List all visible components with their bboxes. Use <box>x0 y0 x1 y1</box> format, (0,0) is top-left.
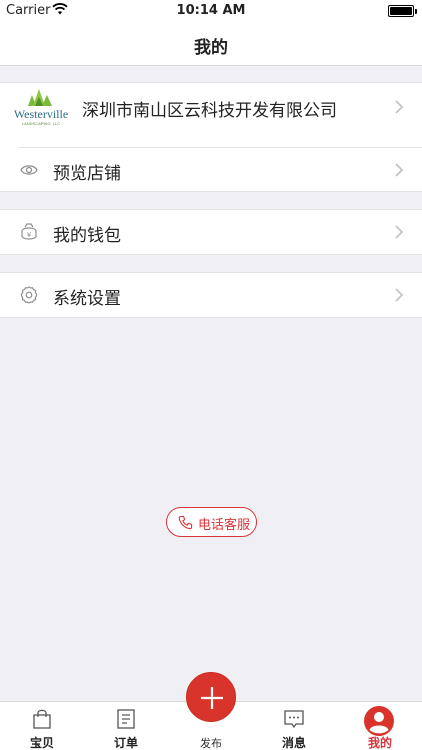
user-avatar-icon <box>364 706 394 736</box>
company-logo: Westerville LANDSCAPING, LLC <box>14 89 68 126</box>
wallet-section: ¥ 我的钱包 <box>0 209 422 255</box>
message-icon <box>284 710 304 729</box>
settings-row[interactable]: 系统设置 <box>0 273 422 317</box>
chevron-right-icon <box>395 225 404 239</box>
company-name: 深圳市南山区云科技开发有限公司 <box>82 101 337 121</box>
tab-orders[interactable]: 订单 <box>84 702 168 750</box>
phone-service-label: 电话客服 <box>198 518 251 533</box>
navigation-bar: 我的 <box>0 22 422 66</box>
eye-icon <box>20 165 38 175</box>
wallet-icon: ¥ <box>21 223 37 240</box>
chevron-right-icon <box>395 100 404 114</box>
gear-icon <box>20 286 38 304</box>
wallet-row[interactable]: ¥ 我的钱包 <box>0 210 422 254</box>
settings-label: 系统设置 <box>53 289 121 309</box>
phone-icon <box>178 515 193 530</box>
preview-store-label: 预览店铺 <box>53 164 121 184</box>
settings-section: 系统设置 <box>0 272 422 318</box>
chevron-right-icon <box>395 288 404 302</box>
plus-icon <box>201 687 223 709</box>
logo-text: Westerville <box>14 107 68 121</box>
phone-service-button[interactable]: 电话客服 <box>166 507 257 537</box>
logo-subtext: LANDSCAPING, LLC <box>22 121 60 126</box>
shopping-bag-icon <box>33 709 51 729</box>
status-bar: Carrier 10:14 AM <box>0 0 422 22</box>
wallet-label: 我的钱包 <box>53 226 121 246</box>
page-title: 我的 <box>194 38 228 58</box>
battery-icon <box>388 5 417 17</box>
tab-messages[interactable]: 消息 <box>252 702 336 750</box>
clock-time: 10:14 AM <box>176 3 246 18</box>
order-list-icon <box>117 709 135 729</box>
tab-mine-label: 我的 <box>367 736 392 750</box>
tab-mine[interactable]: 我的 <box>338 702 422 750</box>
tab-baby[interactable]: 宝贝 <box>0 702 84 750</box>
tab-orders-label: 订单 <box>113 736 138 750</box>
tab-messages-label: 消息 <box>281 736 306 750</box>
tab-publish-label: 发布 <box>200 737 222 750</box>
chevron-right-icon <box>395 163 404 177</box>
company-row[interactable]: Westerville LANDSCAPING, LLC 深圳市南山区云科技开发… <box>0 83 422 147</box>
publish-button[interactable] <box>186 672 236 722</box>
preview-store-row[interactable]: 预览店铺 <box>0 148 422 192</box>
tab-baby-label: 宝贝 <box>29 736 54 750</box>
svg-text:¥: ¥ <box>27 231 32 239</box>
profile-section: Westerville LANDSCAPING, LLC 深圳市南山区云科技开发… <box>0 82 422 192</box>
